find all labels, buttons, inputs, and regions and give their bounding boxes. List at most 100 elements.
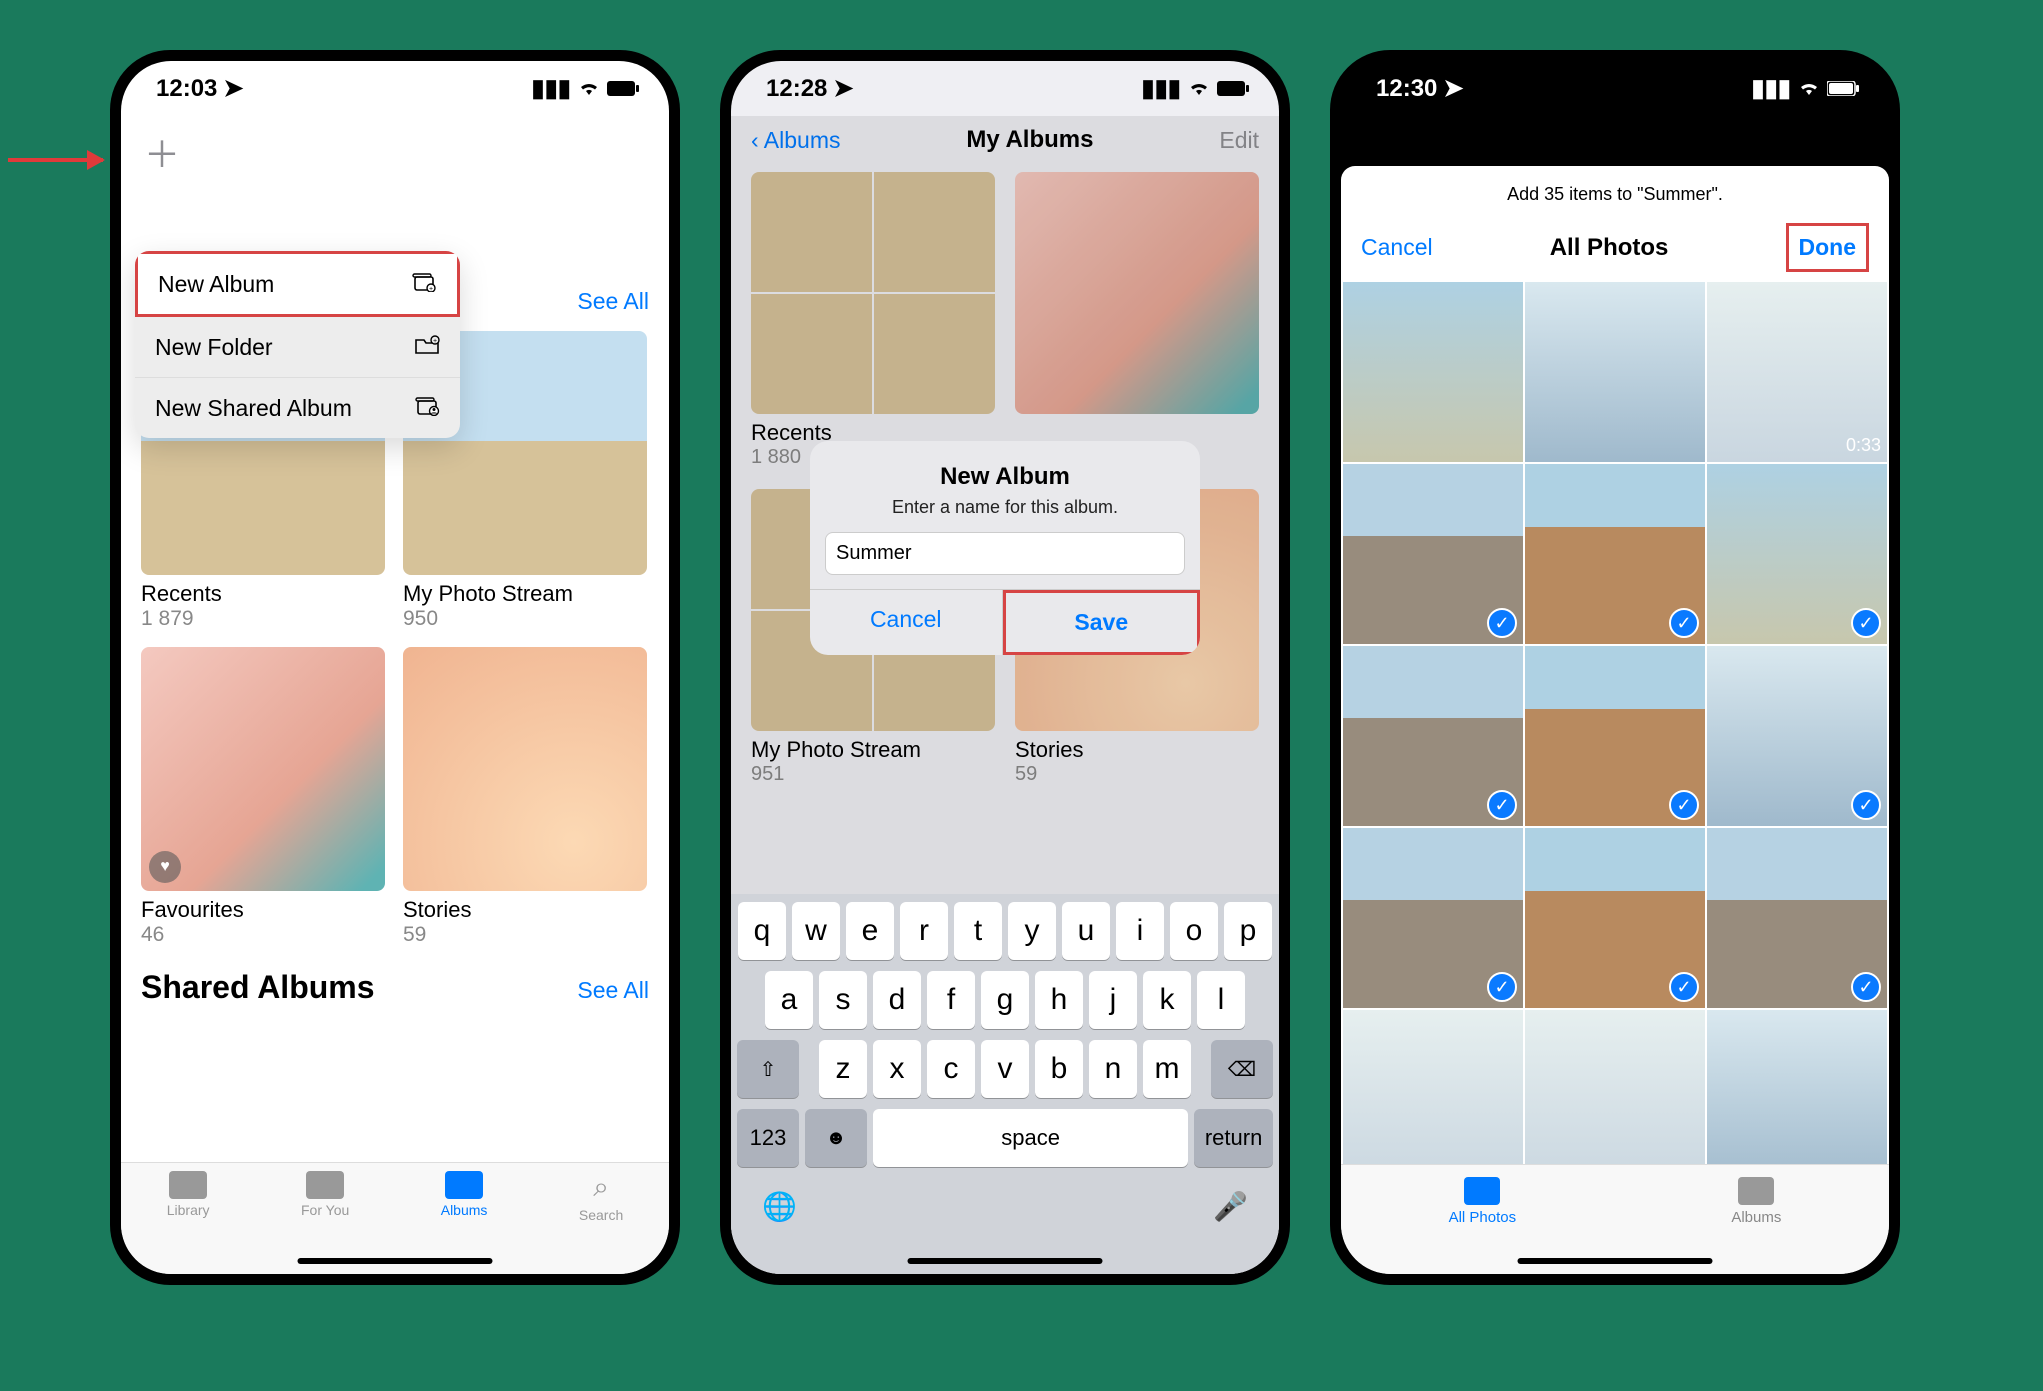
key-r[interactable]: r (900, 902, 948, 960)
photo-cell[interactable]: ✓ (1343, 646, 1523, 826)
see-all-button[interactable]: See All (577, 977, 649, 1004)
menu-new-album[interactable]: New Album + (135, 251, 460, 317)
key-y[interactable]: y (1008, 902, 1056, 960)
tab-label: Albums (441, 1202, 488, 1218)
key-o[interactable]: o (1170, 902, 1218, 960)
callout-arrow (8, 158, 103, 162)
key-d[interactable]: d (873, 971, 921, 1029)
key-c[interactable]: c (927, 1040, 975, 1098)
key-z[interactable]: z (819, 1040, 867, 1098)
photo-cell[interactable]: ✓ (1707, 464, 1887, 644)
tab-label: All Photos (1449, 1209, 1517, 1226)
photo-cell[interactable] (1343, 282, 1523, 462)
album-stories[interactable]: Stories 59 (403, 647, 649, 947)
album-name: My Photo Stream (403, 581, 649, 607)
key-x[interactable]: x (873, 1040, 921, 1098)
picker-sheet: Add 35 items to "Summer". Cancel All Pho… (1341, 166, 1889, 1274)
photo-cell[interactable] (1343, 1010, 1523, 1190)
shift-key[interactable]: ⇧ (737, 1040, 799, 1098)
album-name: My Photo Stream (751, 737, 995, 763)
key-i[interactable]: i (1116, 902, 1164, 960)
backspace-key[interactable]: ⌫ (1211, 1040, 1273, 1098)
key-k[interactable]: k (1143, 971, 1191, 1029)
tab-library[interactable]: Library (167, 1171, 210, 1274)
album-name-input[interactable] (825, 532, 1185, 575)
tab-label: Library (167, 1202, 210, 1218)
see-all-button[interactable]: See All (577, 288, 649, 315)
menu-new-shared-album[interactable]: New Shared Album (135, 378, 460, 438)
album-favourites[interactable]: ♥ Favourites 46 (141, 647, 387, 947)
photo-cell[interactable]: ✓ (1707, 646, 1887, 826)
tab-all-photos[interactable]: All Photos (1449, 1177, 1517, 1274)
selected-check-icon: ✓ (1487, 790, 1517, 820)
emoji-key[interactable]: ☻ (805, 1109, 867, 1167)
menu-new-folder[interactable]: New Folder + (135, 317, 460, 378)
photo-cell[interactable]: ✓ (1343, 828, 1523, 1008)
album-recents[interactable]: Recents 1 880 (751, 172, 995, 469)
key-j[interactable]: j (1089, 971, 1137, 1029)
key-n[interactable]: n (1089, 1040, 1137, 1098)
shared-album-icon (414, 394, 440, 422)
picker-message: Add 35 items to "Summer". (1341, 166, 1889, 213)
key-t[interactable]: t (954, 902, 1002, 960)
wifi-icon (577, 75, 601, 103)
album-count: 951 (751, 763, 995, 786)
photo-grid: 0:33✓✓✓✓✓✓✓✓✓ (1341, 282, 1889, 1190)
photo-cell[interactable]: ✓ (1707, 828, 1887, 1008)
photo-cell[interactable]: ✓ (1525, 464, 1705, 644)
album-card[interactable] (1015, 172, 1259, 469)
all-photos-icon (1464, 1177, 1500, 1205)
albums-icon (445, 1171, 483, 1199)
home-indicator[interactable] (298, 1258, 493, 1264)
cancel-button[interactable]: Cancel (1361, 234, 1433, 261)
key-v[interactable]: v (981, 1040, 1029, 1098)
globe-key[interactable]: 🌐 (762, 1190, 797, 1223)
save-button[interactable]: Save (1003, 590, 1201, 655)
photo-cell[interactable]: ✓ (1525, 828, 1705, 1008)
photo-thumbnail (1343, 282, 1523, 462)
tab-albums[interactable]: Albums (1731, 1177, 1781, 1274)
status-bar: 12:30 ➤ ▮▮▮ (1341, 61, 1889, 116)
album-count: 950 (403, 607, 649, 631)
tab-search[interactable]: ⌕ Search (579, 1171, 623, 1274)
photo-cell[interactable] (1707, 1010, 1887, 1190)
album-count: 1 879 (141, 607, 387, 631)
alert-subtitle: Enter a name for this album. (810, 497, 1200, 532)
key-w[interactable]: w (792, 902, 840, 960)
picker-title: All Photos (1550, 234, 1669, 262)
key-h[interactable]: h (1035, 971, 1083, 1029)
return-key[interactable]: return (1194, 1109, 1273, 1167)
photo-cell[interactable]: 0:33 (1707, 282, 1887, 462)
add-button[interactable]: ＋ (141, 126, 649, 178)
home-indicator[interactable] (908, 1258, 1103, 1264)
key-m[interactable]: m (1143, 1040, 1191, 1098)
dictation-key[interactable]: 🎤 (1213, 1190, 1248, 1223)
key-f[interactable]: f (927, 971, 975, 1029)
battery-icon (1217, 75, 1249, 103)
key-b[interactable]: b (1035, 1040, 1083, 1098)
home-indicator[interactable] (1518, 1258, 1713, 1264)
key-g[interactable]: g (981, 971, 1029, 1029)
photo-cell[interactable]: ✓ (1525, 646, 1705, 826)
key-p[interactable]: p (1224, 902, 1272, 960)
location-icon: ➤ (833, 74, 853, 103)
done-button[interactable]: Done (1786, 223, 1870, 272)
photo-cell[interactable]: ✓ (1343, 464, 1523, 644)
back-button[interactable]: ‹ Albums (751, 127, 840, 154)
albums-icon (1738, 1177, 1774, 1205)
photo-cell[interactable] (1525, 1010, 1705, 1190)
for-you-icon (306, 1171, 344, 1199)
key-q[interactable]: q (738, 902, 786, 960)
key-e[interactable]: e (846, 902, 894, 960)
key-l[interactable]: l (1197, 971, 1245, 1029)
cancel-button[interactable]: Cancel (810, 590, 1003, 655)
key-s[interactable]: s (819, 971, 867, 1029)
photo-cell[interactable] (1525, 282, 1705, 462)
key-a[interactable]: a (765, 971, 813, 1029)
signal-icon: ▮▮▮ (1751, 74, 1791, 103)
space-key[interactable]: space (873, 1109, 1188, 1167)
album-thumbnail (1015, 172, 1259, 414)
key-u[interactable]: u (1062, 902, 1110, 960)
numbers-key[interactable]: 123 (737, 1109, 799, 1167)
edit-button[interactable]: Edit (1219, 127, 1259, 154)
